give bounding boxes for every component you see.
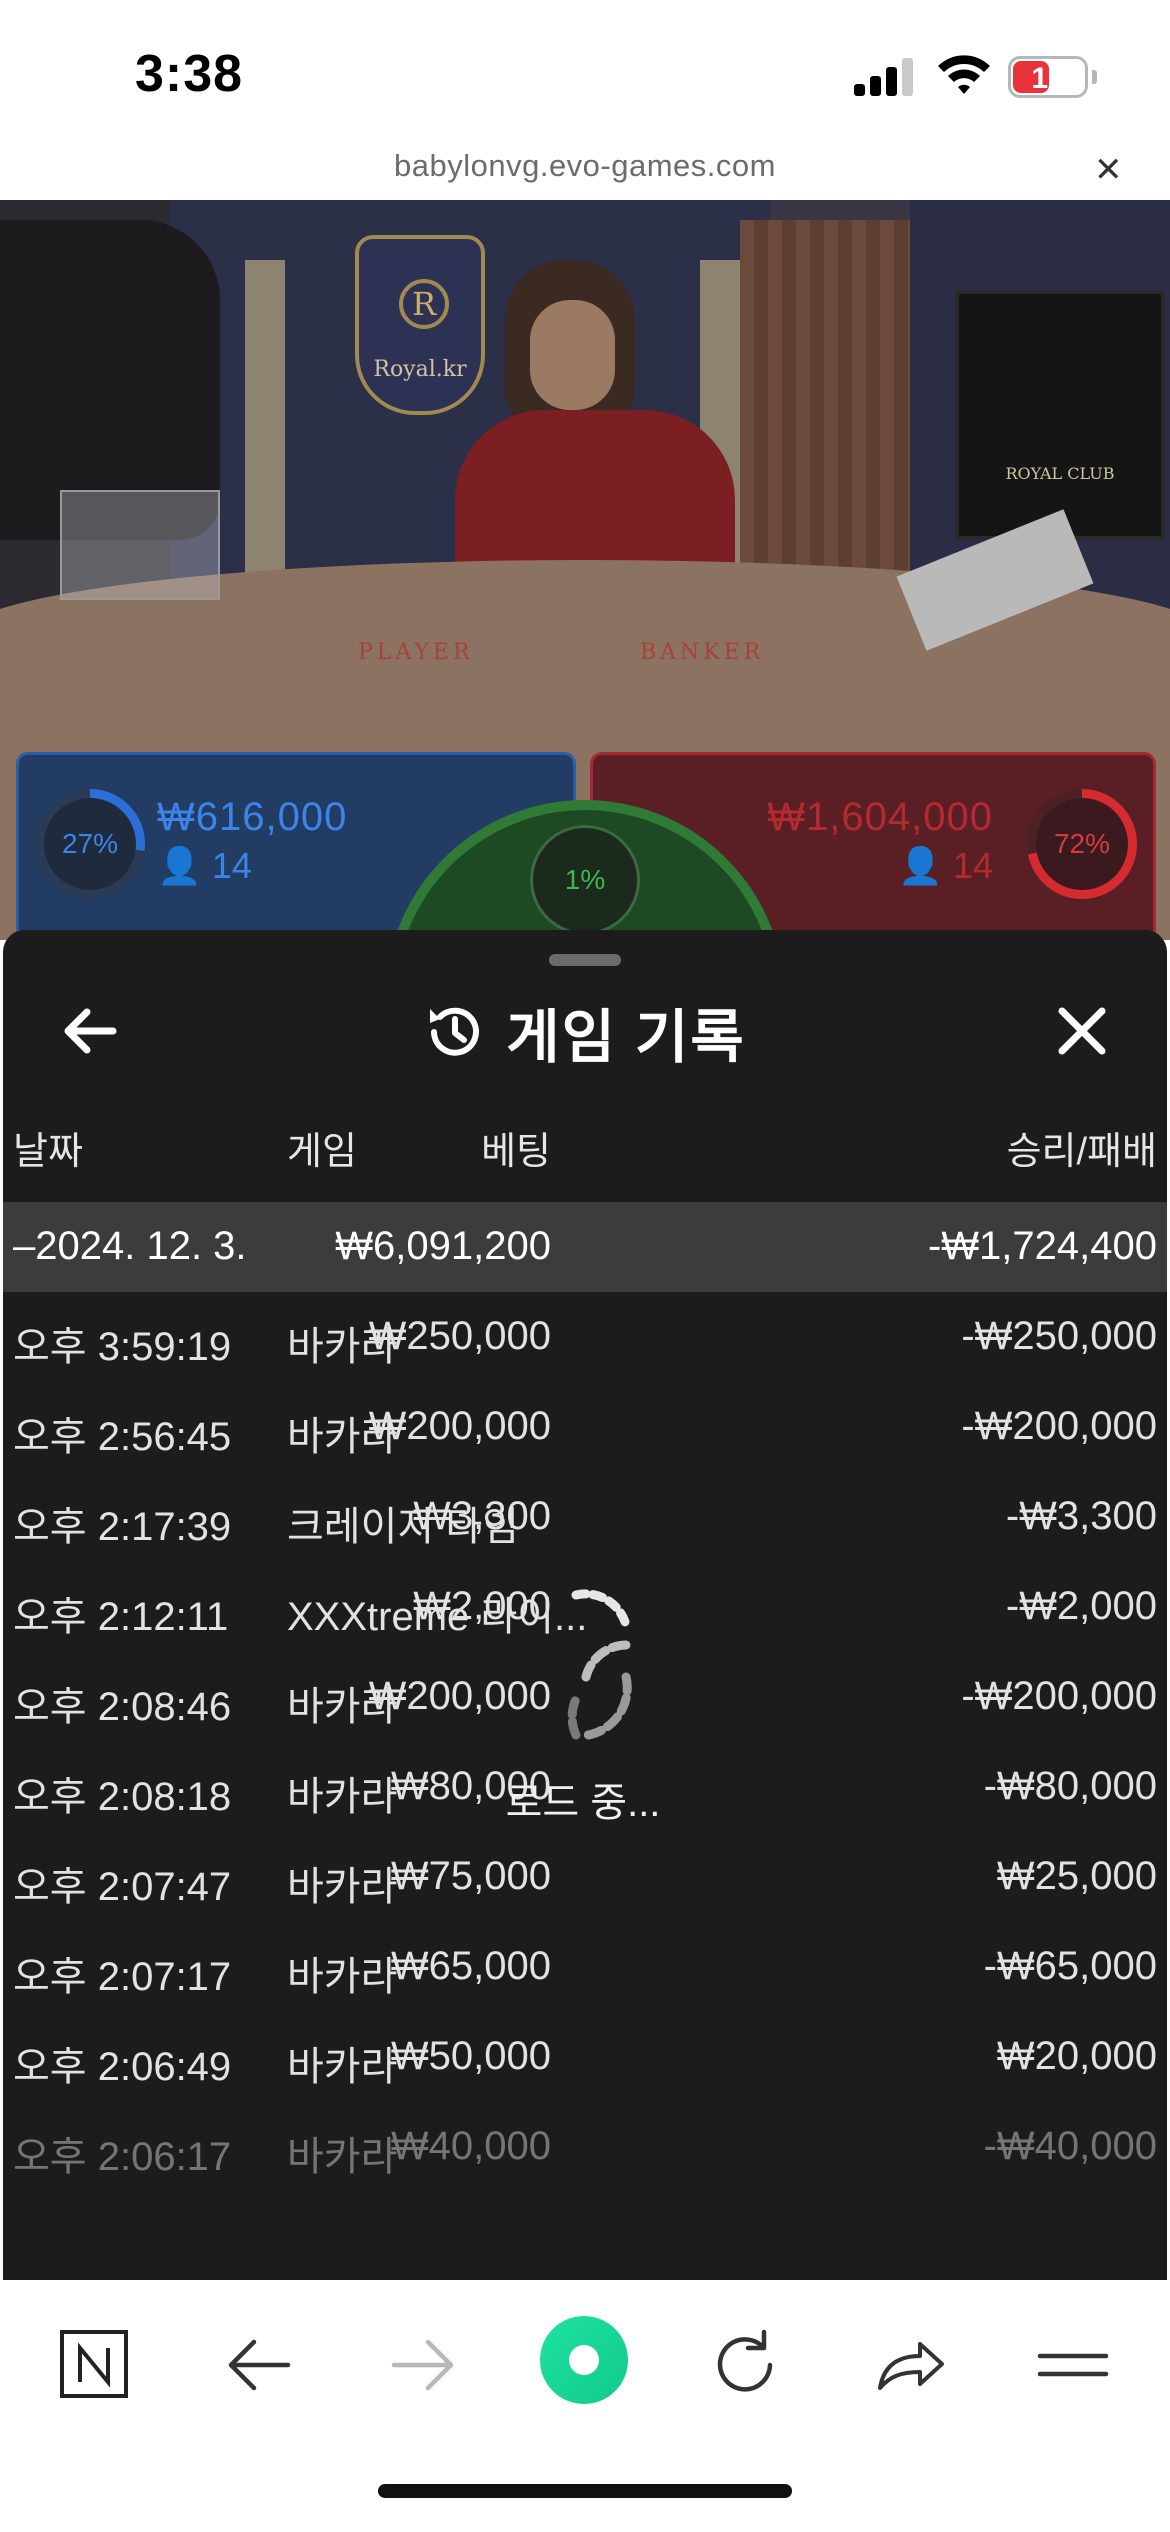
crest-letter: R — [399, 279, 449, 329]
player-amount: ₩616,000 — [157, 795, 348, 839]
row-bet: ₩250,000 — [368, 1314, 551, 1358]
battery-level: 10 — [1031, 62, 1065, 95]
row-win-loss: -₩3,300 — [1005, 1494, 1157, 1538]
dealer-face — [530, 300, 615, 410]
row-time: 오후 2:17:39 — [13, 1505, 232, 1549]
date-summary-row[interactable]: –2024. 12. 3. ₩6,091,200 -₩1,724,400 — [3, 1202, 1167, 1292]
table-row[interactable]: 오후 2:07:17 바카라 ₩65,000 -₩65,000 — [3, 1922, 1167, 2012]
game-history-sheet: 게임 기록 날짜 게임 베팅 승리/패배 –2024. 12. 3. ₩6,09… — [3, 930, 1167, 2280]
table-header: 날짜 게임 베팅 승리/패배 — [3, 1120, 1167, 1180]
battery-icon: 10 — [1008, 56, 1088, 98]
row-win-loss: ₩25,000 — [996, 1854, 1157, 1898]
row-game: 바카라 — [287, 2135, 398, 2179]
row-time: 오후 2:06:49 — [13, 2045, 232, 2089]
row-time: 오후 2:08:46 — [13, 1685, 232, 1729]
row-bet: ₩50,000 — [390, 2034, 551, 2078]
player-count-value: 14 — [211, 845, 252, 886]
url-bar[interactable]: babylonvg.evo-games.com ✕ — [0, 140, 1170, 200]
banker-percent-ring: 72% — [1027, 789, 1137, 899]
row-time: 오후 2:06:17 — [13, 2135, 232, 2179]
row-time: 오후 2:12:11 — [13, 1595, 229, 1639]
table-row[interactable]: 오후 3:59:19 바카라 ₩250,000 -₩250,000 — [3, 1292, 1167, 1382]
table-player-label: PLAYER — [358, 640, 474, 665]
row-win-loss: -₩80,000 — [983, 1764, 1157, 1808]
sheet-grabber[interactable] — [549, 954, 621, 966]
sheet-header: 게임 기록 — [3, 990, 1167, 1070]
row-time: 오후 2:56:45 — [13, 1415, 232, 1459]
column-win-loss: 승리/패배 — [1006, 1131, 1157, 1173]
column-game: 게임 — [287, 1131, 357, 1173]
row-game: 바카라 — [287, 1775, 398, 1819]
row-time: 오후 2:08:18 — [13, 1775, 232, 1819]
loading-indicator: 로드 중... — [463, 1585, 703, 1885]
clock: 3:38 — [135, 45, 244, 103]
sign-text: ROYAL CLUB — [1005, 464, 1115, 483]
row-win-loss: -₩40,000 — [983, 2124, 1157, 2168]
column-date: 날짜 — [13, 1131, 83, 1173]
home-indicator[interactable] — [378, 2484, 792, 2498]
player-count: 👤 14 — [157, 845, 252, 887]
row-win-loss: ₩20,000 — [996, 2034, 1157, 2078]
row-time: 오후 2:07:47 — [13, 1865, 232, 1909]
crest-label: Royal.kr — [373, 357, 467, 382]
user-icon: 👤 — [157, 845, 202, 886]
table-row[interactable]: 오후 2:06:17 바카라 ₩40,000 -₩40,000 — [3, 2102, 1167, 2192]
menu-icon[interactable] — [1028, 2320, 1118, 2410]
refresh-icon[interactable] — [700, 2320, 790, 2410]
close-icon[interactable]: ✕ — [1094, 150, 1123, 190]
column-bet: 베팅 — [481, 1131, 551, 1173]
summary-date: –2024. 12. 3. — [13, 1224, 247, 1268]
table-row[interactable]: 오후 2:06:49 바카라 ₩50,000 ₩20,000 — [3, 2012, 1167, 2102]
row-bet: ₩40,000 — [390, 2124, 551, 2168]
loading-text: 로드 중... — [505, 1781, 661, 1825]
table-banker-label: BANKER — [640, 640, 765, 665]
row-bet: ₩65,000 — [390, 1944, 551, 1988]
royal-crest: R Royal.kr — [355, 235, 485, 415]
loading-spinner-icon — [567, 1589, 632, 1740]
row-bet: ₩3,300 — [413, 1494, 551, 1538]
card-discard-box — [60, 490, 220, 600]
banker-count-value: 14 — [952, 845, 993, 886]
close-icon[interactable] — [1047, 996, 1117, 1066]
row-game: 바카라 — [287, 1955, 398, 1999]
tie-percent: 1% — [530, 825, 640, 935]
history-icon — [430, 1007, 480, 1056]
status-bar: 3:38 10 — [0, 0, 1170, 150]
player-percent-ring: 27% — [35, 789, 145, 899]
row-win-loss: -₩250,000 — [961, 1314, 1157, 1358]
share-icon[interactable] — [864, 2320, 954, 2410]
wifi-icon — [938, 55, 990, 94]
banker-amount: ₩1,604,000 — [767, 795, 993, 839]
forward-arrow-icon — [378, 2320, 468, 2410]
row-game: 바카라 — [287, 1865, 398, 1909]
row-time: 오후 3:59:19 — [13, 1325, 232, 1369]
summary-win-loss: -₩1,724,400 — [927, 1224, 1157, 1268]
player-percent: 27% — [44, 798, 136, 890]
summary-bet: ₩6,091,200 — [335, 1224, 551, 1268]
banker-percent: 72% — [1036, 798, 1128, 890]
row-win-loss: -₩200,000 — [961, 1404, 1157, 1448]
row-win-loss: -₩65,000 — [983, 1944, 1157, 1988]
table-row[interactable]: 오후 2:56:45 바카라 ₩200,000 -₩200,000 — [3, 1382, 1167, 1472]
battery-cap — [1092, 70, 1097, 84]
row-win-loss: -₩2,000 — [1005, 1584, 1157, 1628]
table-row[interactable]: 오후 2:17:39 크레이지 타임 ₩3,300 -₩3,300 — [3, 1472, 1167, 1562]
back-arrow-icon[interactable] — [214, 2320, 304, 2410]
row-bet: ₩200,000 — [368, 1404, 551, 1448]
row-time: 오후 2:07:17 — [13, 1955, 232, 1999]
cellular-signal-icon — [854, 58, 914, 96]
user-icon: 👤 — [898, 845, 943, 886]
royal-club-sign: ROYAL CLUB — [955, 290, 1165, 540]
n-home-icon[interactable] — [50, 2320, 140, 2410]
row-game: 바카라 — [287, 2045, 398, 2089]
green-dot-icon[interactable] — [538, 2314, 630, 2406]
row-win-loss: -₩200,000 — [961, 1674, 1157, 1718]
url-text[interactable]: babylonvg.evo-games.com — [0, 148, 1170, 184]
sheet-title: 게임 기록 — [506, 1005, 746, 1070]
banker-count: 👤 14 — [898, 845, 993, 887]
